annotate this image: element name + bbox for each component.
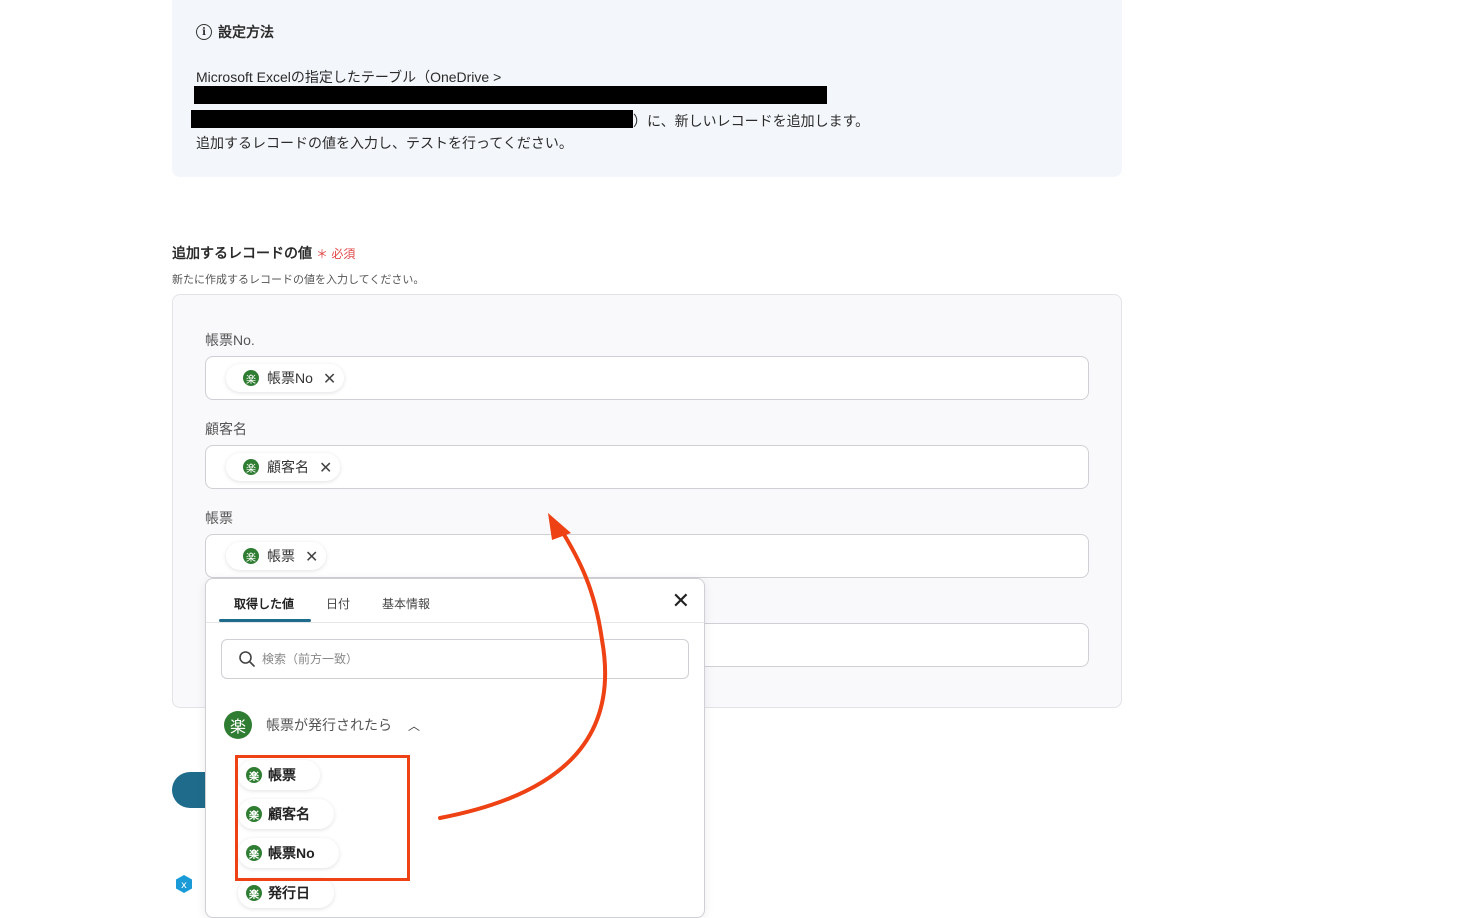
annotation-arrow	[438, 513, 608, 820]
